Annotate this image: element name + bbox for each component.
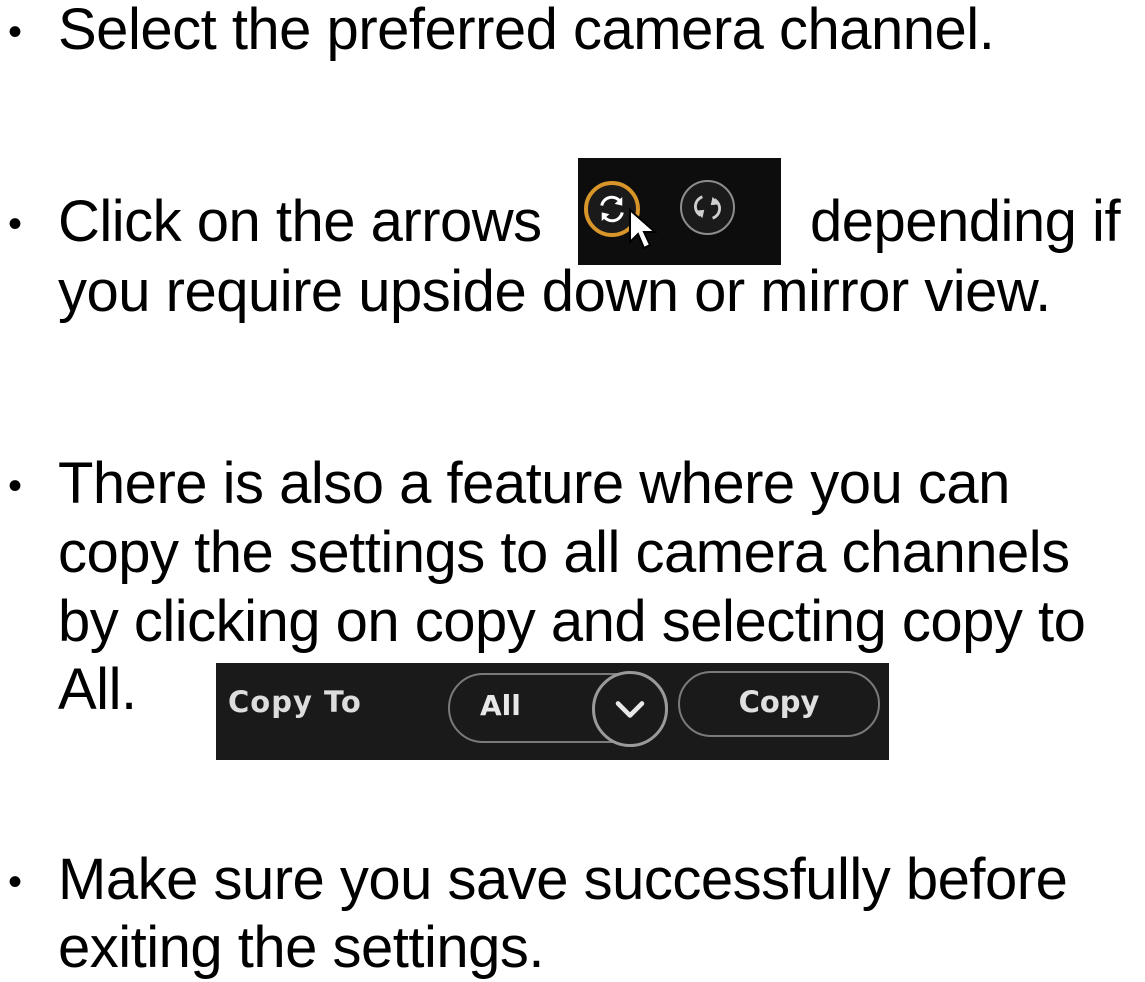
- bullet-marker-1: •: [8, 10, 23, 54]
- instruction-copy-feature-4: All.: [58, 657, 137, 722]
- mirror-button[interactable]: [680, 180, 735, 235]
- chevron-down-icon: [615, 701, 645, 718]
- copy-target-value: All: [480, 689, 521, 722]
- instruction-copy-feature-1: There is also a feature where you can: [58, 451, 1010, 516]
- copy-button[interactable]: Copy: [678, 671, 880, 737]
- mirror-arrows-icon: [694, 195, 721, 220]
- instruction-copy-feature-3: by clicking on copy and selecting copy t…: [58, 589, 1086, 654]
- bullet-marker-4: •: [8, 860, 23, 904]
- copy-to-label: Copy To: [228, 685, 362, 719]
- instruction-save-2: exiting the settings.: [58, 915, 545, 980]
- instruction-click-arrows: Click on the arrows: [58, 189, 542, 254]
- rotate-mirror-panel: [578, 158, 781, 265]
- mouse-pointer-icon: [629, 208, 658, 250]
- instruction-click-arrows-cont: depending if: [810, 189, 1121, 254]
- instruction-save-1: Make sure you save successfully before: [58, 847, 1068, 912]
- bullet-marker-2: •: [8, 202, 23, 246]
- bullet-marker-3: •: [8, 464, 23, 508]
- instruction-copy-feature-2: copy the settings to all camera channels: [58, 520, 1070, 585]
- instruction-upside-down-mirror: you require upside down or mirror view.: [58, 259, 1051, 324]
- copy-to-panel: Copy To All Copy: [216, 663, 889, 760]
- instruction-select-channel: Select the preferred camera channel.: [58, 0, 995, 62]
- copy-target-dropdown-button[interactable]: [592, 671, 668, 747]
